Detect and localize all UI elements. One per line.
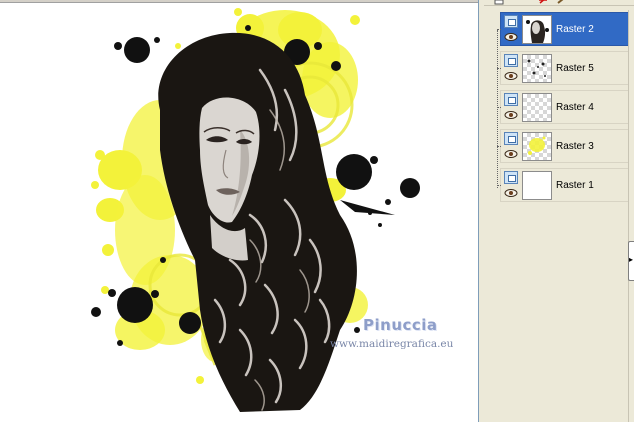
layer-label: Raster 3: [556, 141, 594, 152]
yellow-splash-icon: [522, 132, 552, 161]
layer-label: Raster 1: [556, 180, 594, 191]
layer-row-raster-4[interactable]: Raster 4: [497, 90, 630, 124]
visibility-eye-icon[interactable]: [504, 110, 518, 120]
brush-icon[interactable]: [556, 0, 566, 5]
layer-row-raster-2[interactable]: Raster 2: [497, 12, 630, 46]
white-fill-icon: [522, 171, 552, 200]
visibility-eye-icon[interactable]: [504, 71, 518, 81]
layer-row-raster-3[interactable]: Raster 3: [497, 129, 630, 163]
visibility-eye-icon[interactable]: [504, 149, 518, 159]
layers-palette: Raster 2 Raster 5 Raster 4 Raster 3 Rast…: [484, 0, 634, 422]
tree-tick: [497, 68, 501, 69]
portrait-icon: [522, 15, 552, 44]
palette-collapse-tab[interactable]: ▸: [628, 241, 634, 281]
raster-layer-icon: [504, 15, 518, 28]
transparent-icon: [522, 93, 552, 122]
tree-tick: [497, 107, 501, 108]
tree-tick: [497, 146, 501, 147]
splatter-icon: [522, 54, 552, 83]
layer-label: Raster 2: [556, 24, 594, 35]
watermark-url: www.maidiregrafica.eu: [330, 338, 454, 350]
raster-layer-icon: [504, 54, 518, 67]
tree-tick: [497, 185, 501, 186]
image-canvas[interactable]: Pinuccia www.maidiregrafica.eu: [0, 0, 478, 422]
arrow-right-icon: ▸: [629, 255, 634, 264]
artwork: [91, 8, 420, 412]
tree-tick: [497, 29, 501, 30]
layer-row-raster-5[interactable]: Raster 5: [497, 51, 630, 85]
raster-layer-icon: [504, 132, 518, 145]
layer-row-raster-1[interactable]: Raster 1: [497, 168, 630, 202]
new-layer-icon[interactable]: [494, 0, 504, 5]
layers-scrollbar[interactable]: [628, 10, 634, 422]
delete-icon[interactable]: [538, 0, 548, 5]
watermark: Pinuccia www.maidiregrafica.eu: [330, 316, 470, 356]
visibility-eye-icon[interactable]: [504, 32, 518, 42]
layer-label: Raster 5: [556, 63, 594, 74]
raster-layer-icon: [504, 93, 518, 106]
layers-toolbar: [484, 0, 634, 6]
visibility-eye-icon[interactable]: [504, 188, 518, 198]
raster-layer-icon: [504, 171, 518, 184]
layer-label: Raster 4: [556, 102, 594, 113]
watermark-title: Pinuccia: [363, 316, 438, 334]
